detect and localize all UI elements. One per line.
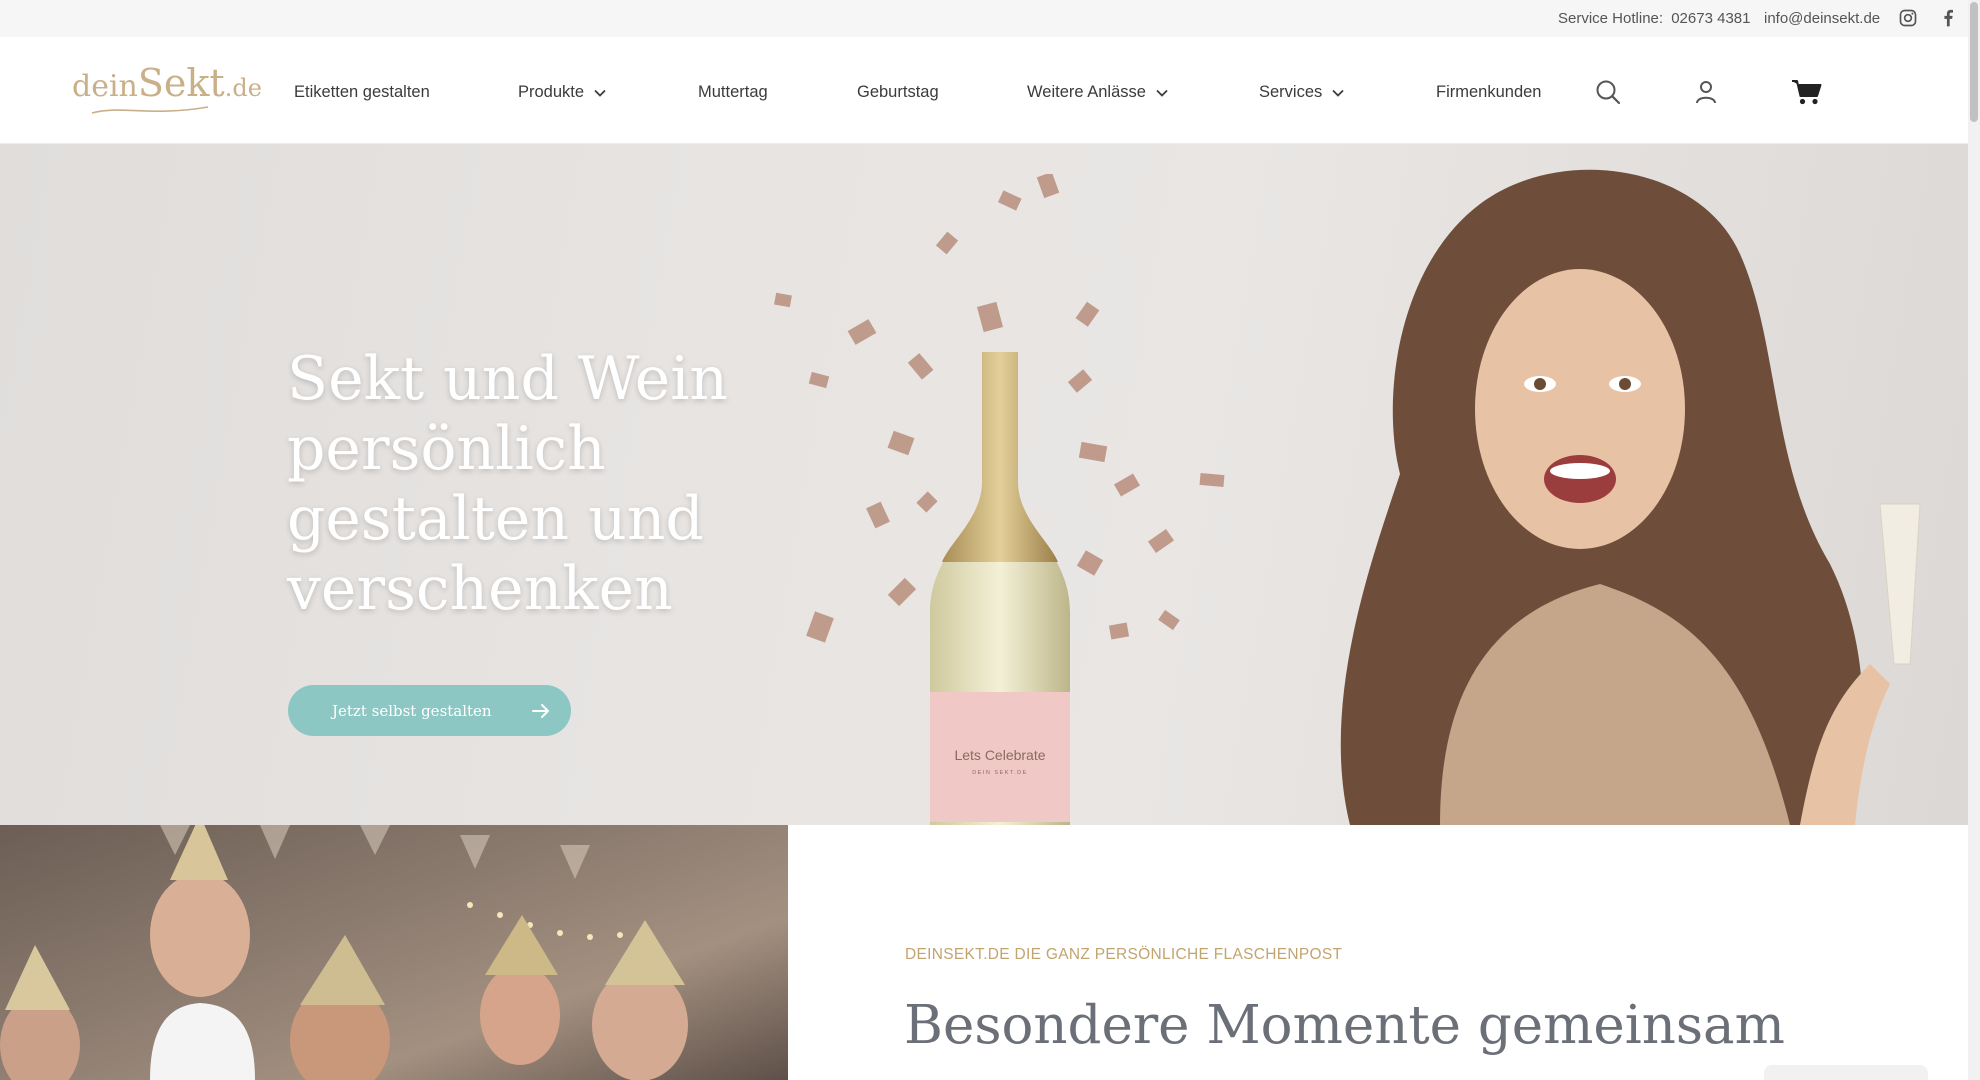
logo-swash <box>91 106 209 114</box>
hero-headline: Sekt und Wein persönlich gestalten und v… <box>287 344 807 624</box>
hero-headline-line: persönlich <box>287 414 606 484</box>
service-hotline[interactable]: Service Hotline: 02673 4381 <box>1558 10 1750 27</box>
sekt-bottle-image: Lets Celebrate DEIN SEKT.DE <box>930 352 1070 825</box>
top-utility-bar: Service Hotline: 02673 4381 info@deinsek… <box>0 0 1968 37</box>
nav-label: Weitere Anlässe <box>1027 83 1146 101</box>
cta-label: Jetzt selbst gestalten <box>332 701 492 720</box>
hero-headline-line: Sekt und Wein <box>287 344 729 414</box>
party-scene-illustration <box>0 825 688 1080</box>
search-icon[interactable] <box>1594 78 1622 106</box>
contact-email-link[interactable]: info@deinsekt.de <box>1764 10 1880 27</box>
section-heading: Besondere Momente gemeinsam <box>904 995 1785 1056</box>
nav-label: Muttertag <box>698 83 768 101</box>
page-scrollbar-thumb[interactable] <box>1970 2 1978 122</box>
nav-item-services[interactable]: Services <box>1259 83 1344 102</box>
hotline-number[interactable]: 02673 4381 <box>1671 10 1750 27</box>
site-header: deinSekt.de Etiketten gestalten Produkte… <box>0 37 1968 144</box>
cta-design-now-button[interactable]: Jetzt selbst gestalten <box>288 685 571 736</box>
nav-item-firmenkunden[interactable]: Firmenkunden <box>1436 83 1541 102</box>
hotline-label: Service Hotline: <box>1558 10 1664 27</box>
nav-label: Services <box>1259 83 1323 101</box>
nav-label: Produkte <box>518 83 585 101</box>
page-scrollbar-track[interactable] <box>1968 0 1980 1080</box>
chevron-down-icon <box>1332 89 1344 97</box>
floating-widget-tab[interactable] <box>1764 1065 1928 1080</box>
nav-item-produkte[interactable]: Produkte <box>518 83 606 102</box>
hero-headline-line: verschenken <box>287 554 673 624</box>
cart-icon[interactable] <box>1791 78 1823 106</box>
chevron-down-icon <box>594 89 606 97</box>
section-eyebrow: DEINSEKT.DE DIE GANZ PERSÖNLICHE FLASCHE… <box>905 946 1343 963</box>
party-group-photo <box>0 825 788 1080</box>
arrow-right-icon <box>531 703 549 718</box>
instagram-icon[interactable] <box>1898 8 1918 28</box>
bottle-sublabel-text: DEIN SEKT.DE <box>972 770 1028 776</box>
hero-headline-line: gestalten und <box>287 484 704 554</box>
nav-item-muttertag[interactable]: Muttertag <box>698 83 768 102</box>
nav-label: Firmenkunden <box>1436 83 1542 101</box>
user-icon[interactable] <box>1692 78 1720 106</box>
hero-banner: Lets Celebrate DEIN SEKT.DE Sekt und Wei… <box>0 144 1968 825</box>
facebook-icon[interactable] <box>1938 8 1958 28</box>
nav-item-weitere-anlaesse[interactable]: Weitere Anlässe <box>1027 83 1168 102</box>
chevron-down-icon <box>1156 89 1168 97</box>
logo-wordmark: deinSekt.de <box>72 61 262 105</box>
nav-item-geburtstag[interactable]: Geburtstag <box>857 83 939 102</box>
celebrating-woman-image <box>1340 169 1921 825</box>
site-logo[interactable]: deinSekt.de <box>70 55 262 119</box>
bottle-label-text: Lets Celebrate <box>954 747 1045 763</box>
intro-section: DEINSEKT.DE DIE GANZ PERSÖNLICHE FLASCHE… <box>788 825 1968 1080</box>
nav-label: Geburtstag <box>857 83 939 101</box>
nav-item-etiketten-gestalten[interactable]: Etiketten gestalten <box>294 83 430 102</box>
nav-label: Etiketten gestalten <box>294 83 430 101</box>
